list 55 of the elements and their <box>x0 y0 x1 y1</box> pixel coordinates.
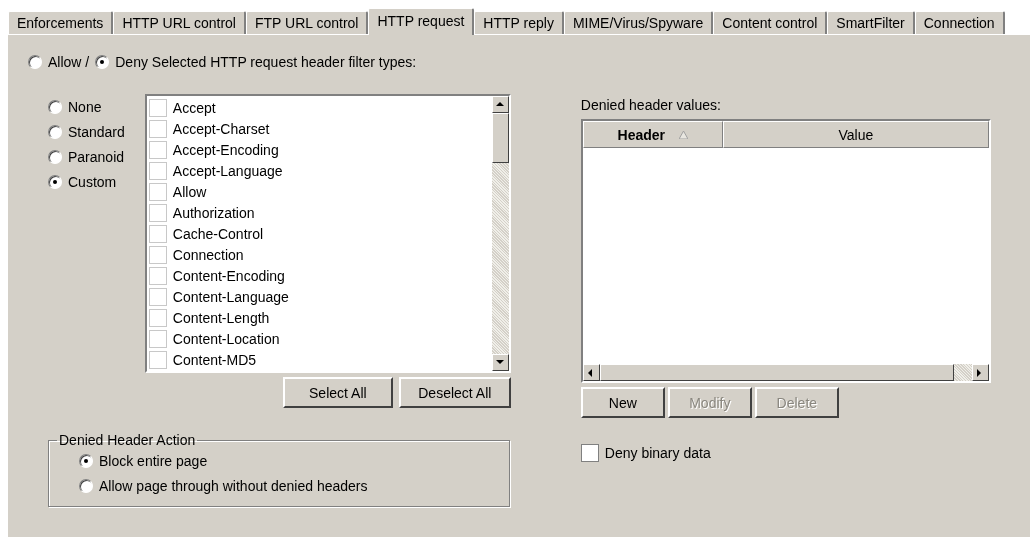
list-item[interactable]: Content-Encoding <box>148 265 490 286</box>
radio-button[interactable]: Standard <box>48 119 125 144</box>
button[interactable]: Deselect All <box>398 377 511 408</box>
list-item[interactable]: Connection <box>148 244 490 265</box>
button[interactable]: Select All <box>282 377 393 408</box>
list-item[interactable]: Accept-Language <box>148 160 490 181</box>
list-item[interactable]: Accept-Charset <box>148 118 490 139</box>
checkbox[interactable] <box>148 287 167 306</box>
radio-button[interactable]: Allow page through without denied headers <box>79 473 509 498</box>
checkbox-label[interactable]: Deny binary data <box>580 442 991 463</box>
checkbox[interactable] <box>148 224 167 243</box>
checkbox[interactable] <box>148 140 167 159</box>
scrollbar-thumb[interactable] <box>491 113 509 163</box>
checkbox[interactable] <box>148 329 167 348</box>
column-header[interactable]: Header <box>582 121 723 148</box>
radio-button[interactable]: Deny Selected HTTP request header filter types: <box>95 49 417 74</box>
radio-button[interactable]: Paranoid <box>48 144 125 169</box>
tab[interactable]: HTTP URL control <box>113 11 246 34</box>
checkbox[interactable] <box>148 182 167 201</box>
list-item[interactable]: Content-Language <box>148 286 490 307</box>
tab[interactable]: Content control <box>713 11 828 34</box>
list-item[interactable]: Accept <box>148 97 490 118</box>
radio-button[interactable]: Custom <box>48 169 125 194</box>
tab[interactable]: Connection <box>914 11 1005 34</box>
tab[interactable]: Enforcements <box>8 11 114 34</box>
list-item[interactable]: Authorization <box>148 202 490 223</box>
list-item[interactable]: Content-Location <box>148 328 490 349</box>
list-item[interactable]: Accept-Encoding <box>148 139 490 160</box>
scrollbar[interactable] <box>491 96 509 371</box>
checkbox[interactable] <box>148 245 167 264</box>
checkbox[interactable] <box>148 161 167 180</box>
sort-arrow-icon <box>679 130 689 139</box>
checkbox[interactable] <box>148 350 167 369</box>
list-item[interactable]: Cache-Control <box>148 223 490 244</box>
radio-button[interactable]: Allow / <box>28 49 90 74</box>
group-title: Denied Header Action <box>59 432 196 448</box>
table-label: Denied header values: <box>580 97 722 113</box>
checkbox[interactable] <box>148 98 167 117</box>
checkbox[interactable] <box>148 119 167 138</box>
tab[interactable]: MIME/Virus/Spyware <box>563 11 714 34</box>
tab[interactable]: FTP URL control <box>245 11 369 34</box>
checkbox[interactable] <box>148 308 167 327</box>
checkbox[interactable] <box>148 203 167 222</box>
list-item[interactable]: Content-MD5 <box>148 349 490 370</box>
tab[interactable]: HTTP request <box>368 8 475 35</box>
checkbox[interactable] <box>580 443 599 462</box>
checkbox[interactable] <box>148 266 167 285</box>
button[interactable]: New <box>580 387 665 418</box>
tab[interactable]: SmartFilter <box>827 11 915 34</box>
radio-button[interactable]: None <box>48 94 125 119</box>
tab[interactable]: HTTP reply <box>474 11 564 34</box>
list-item[interactable]: Allow <box>148 181 490 202</box>
radio-button[interactable]: Block entire page <box>79 448 509 473</box>
list-item[interactable]: Content-Length <box>148 307 490 328</box>
column-header[interactable]: Value <box>722 121 989 148</box>
